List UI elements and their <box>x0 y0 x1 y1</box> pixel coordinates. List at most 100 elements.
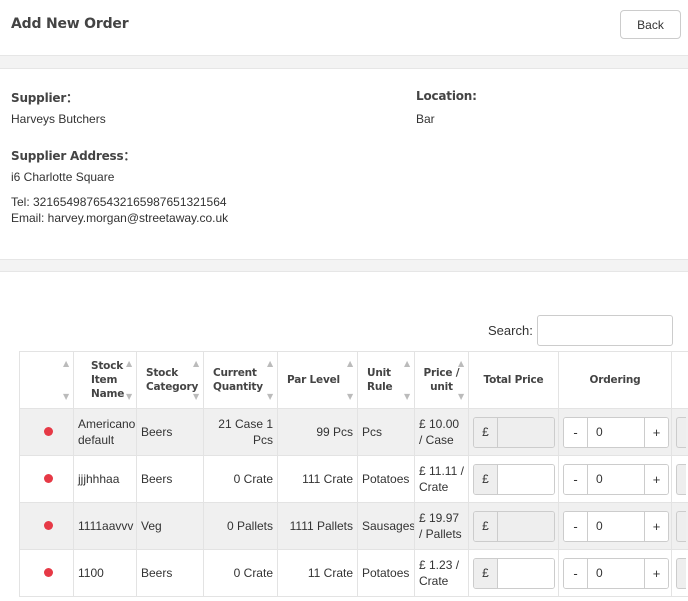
sort-up-icon: ▲ <box>458 359 464 368</box>
currency-addon: £ <box>474 511 498 541</box>
currency-addon: £ <box>474 558 498 588</box>
total-price-input <box>498 558 554 588</box>
cell-stock-category: Beers <box>136 549 204 597</box>
cell-par-level: 111 Crate <box>277 455 358 503</box>
cell-par-level: 1111 Pallets <box>277 502 358 550</box>
sort-up-icon: ▲ <box>126 359 132 368</box>
row-extra-control[interactable] <box>676 463 686 495</box>
column-header-stock-item-name[interactable]: Stock Item Name ▲ ▼ <box>73 351 137 409</box>
table-row: Americano default Beers 21 Case 1 Pcs 99… <box>19 408 688 456</box>
increment-button[interactable]: + <box>644 511 668 541</box>
sort-down-icon: ▼ <box>347 392 353 401</box>
sort-down-icon: ▼ <box>126 392 132 401</box>
row-extra-control[interactable] <box>676 510 686 542</box>
status-dot-icon <box>43 568 53 577</box>
search-input[interactable] <box>537 315 673 346</box>
total-price-input <box>498 464 554 494</box>
supplier-address-label: Supplier Address： <box>11 149 136 163</box>
cell-unit-rule: Pcs <box>357 408 415 456</box>
row-extra-control[interactable] <box>676 416 686 448</box>
order-items-table: ▲ ▼ Stock Item Name ▲ ▼ Stock Category ▲… <box>19 351 688 597</box>
location-label: Location: <box>416 89 477 103</box>
column-header-ordering: Ordering <box>558 351 672 409</box>
supplier-tel: Tel: 3216549876543216598765132156​4 <box>11 195 227 209</box>
table-row: 1100 Beers 0 Crate 11 Crate Potatoes £ 1… <box>19 549 688 597</box>
ordering-stepper: - 0 + <box>563 510 669 542</box>
cell-current-quantity: 0 Crate <box>203 549 278 597</box>
cell-stock-item-name: 1100 <box>73 549 137 597</box>
cell-stock-category: Beers <box>136 408 204 456</box>
sort-up-icon: ▲ <box>63 359 69 368</box>
ordering-quantity-input[interactable]: 0 <box>588 418 644 447</box>
column-header-extra <box>671 351 688 409</box>
supplier-info-panel: Supplier： Harveys Butchers Location: Bar… <box>0 68 688 260</box>
table-row: 1111aavvv Veg 0 Pallets 1111 Pallets Sau… <box>19 502 688 550</box>
decrement-button[interactable]: - <box>564 417 588 447</box>
cell-stock-item-name: jjjhhhaa <box>73 455 137 503</box>
column-header-unit-rule[interactable]: Unit Rule ▲ ▼ <box>357 351 415 409</box>
status-dot-icon <box>43 427 53 436</box>
sort-up-icon: ▲ <box>347 359 353 368</box>
supplier-name: Harveys Butchers <box>11 112 106 126</box>
search-label: Search: <box>488 323 533 338</box>
cell-current-quantity: 0 Crate <box>203 455 278 503</box>
total-price-field: £ <box>473 463 555 495</box>
currency-addon: £ <box>474 417 498 447</box>
ordering-quantity-input[interactable]: 0 <box>588 559 644 588</box>
back-button[interactable]: Back <box>620 10 681 39</box>
supplier-email: Email: harvey.morgan@streetaway.co.uk <box>11 211 229 225</box>
total-price-input <box>498 511 554 541</box>
cell-unit-rule: Potatoes <box>357 455 415 503</box>
page-header: Add New Order Back <box>0 0 688 56</box>
cell-price-unit: £ 11.11 / Crate <box>414 455 469 503</box>
sort-down-icon: ▼ <box>193 392 199 401</box>
total-price-field: £ <box>473 416 555 448</box>
ordering-quantity-input[interactable]: 0 <box>588 465 644 494</box>
cell-stock-item-name: Americano default <box>73 408 137 456</box>
column-header-price-unit[interactable]: Price / unit ▲ ▼ <box>414 351 469 409</box>
cell-unit-rule: Potatoes <box>357 549 415 597</box>
column-header-total-price: Total Price <box>468 351 559 409</box>
order-table-panel: Search: ▲ ▼ Stock Item Name ▲ ▼ Stock Ca… <box>0 271 688 601</box>
page-title: Add New Order <box>11 16 129 32</box>
cell-price-unit: £ 19.97 / Pallets <box>414 502 469 550</box>
sort-down-icon: ▼ <box>267 392 273 401</box>
decrement-button[interactable]: - <box>564 558 588 588</box>
supplier-label: Supplier： <box>11 91 78 105</box>
column-header-current-quantity[interactable]: Current Quantity ▲ ▼ <box>203 351 278 409</box>
decrement-button[interactable]: - <box>564 511 588 541</box>
table-row: jjjhhhaa Beers 0 Crate 111 Crate Potatoe… <box>19 455 688 503</box>
increment-button[interactable]: + <box>644 464 668 494</box>
status-dot-icon <box>43 474 53 483</box>
sort-down-icon: ▼ <box>63 392 69 401</box>
total-price-field: £ <box>473 557 555 589</box>
increment-button[interactable]: + <box>644 417 668 447</box>
ordering-stepper: - 0 + <box>563 463 669 495</box>
status-dot-icon <box>43 521 53 530</box>
cell-current-quantity: 21 Case 1 Pcs <box>203 408 278 456</box>
column-header-status[interactable]: ▲ ▼ <box>19 351 74 409</box>
sort-up-icon: ▲ <box>193 359 199 368</box>
row-extra-control[interactable] <box>676 557 686 589</box>
increment-button[interactable]: + <box>644 558 668 588</box>
cell-par-level: 99 Pcs <box>277 408 358 456</box>
cell-stock-item-name: 1111aavvv <box>73 502 137 550</box>
sort-down-icon: ▼ <box>404 392 410 401</box>
currency-addon: £ <box>474 464 498 494</box>
cell-stock-category: Beers <box>136 455 204 503</box>
cell-current-quantity: 0 Pallets <box>203 502 278 550</box>
cell-unit-rule: Sausages <box>357 502 415 550</box>
column-header-par-level[interactable]: Par Level ▲ ▼ <box>277 351 358 409</box>
total-price-input <box>498 417 554 447</box>
location-value: Bar <box>416 112 435 126</box>
total-price-field: £ <box>473 510 555 542</box>
cell-par-level: 11 Crate <box>277 549 358 597</box>
table-header-row: ▲ ▼ Stock Item Name ▲ ▼ Stock Category ▲… <box>19 351 688 409</box>
ordering-quantity-input[interactable]: 0 <box>588 512 644 541</box>
decrement-button[interactable]: - <box>564 464 588 494</box>
sort-up-icon: ▲ <box>267 359 273 368</box>
column-header-stock-category[interactable]: Stock Category ▲ ▼ <box>136 351 204 409</box>
ordering-stepper: - 0 + <box>563 557 669 589</box>
sort-down-icon: ▼ <box>458 392 464 401</box>
cell-price-unit: £ 10.00 / Case <box>414 408 469 456</box>
